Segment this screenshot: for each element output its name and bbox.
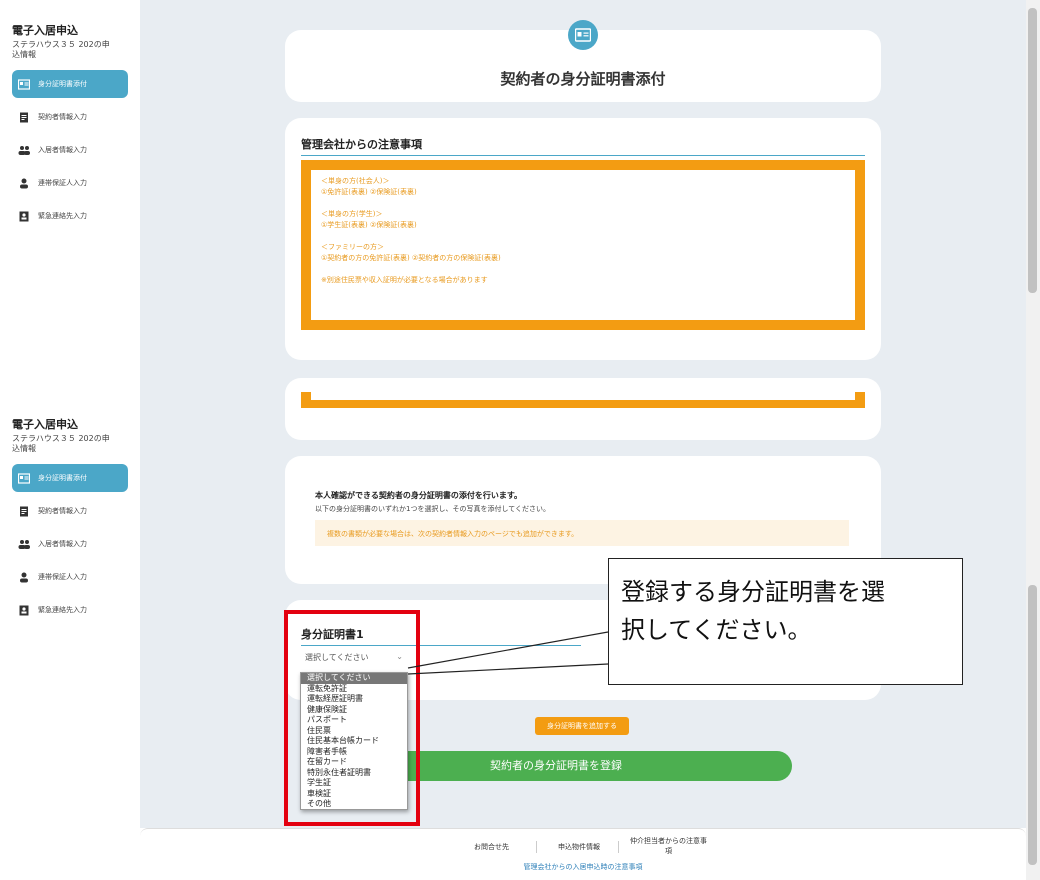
annotation-callout: 登録する身分証明書を選 択してください。 [608,558,963,685]
callout-leader-line [407,631,609,675]
callout-text: 択してください。 [621,616,812,644]
callout-text: 登録する身分証明書を選 [621,578,885,606]
